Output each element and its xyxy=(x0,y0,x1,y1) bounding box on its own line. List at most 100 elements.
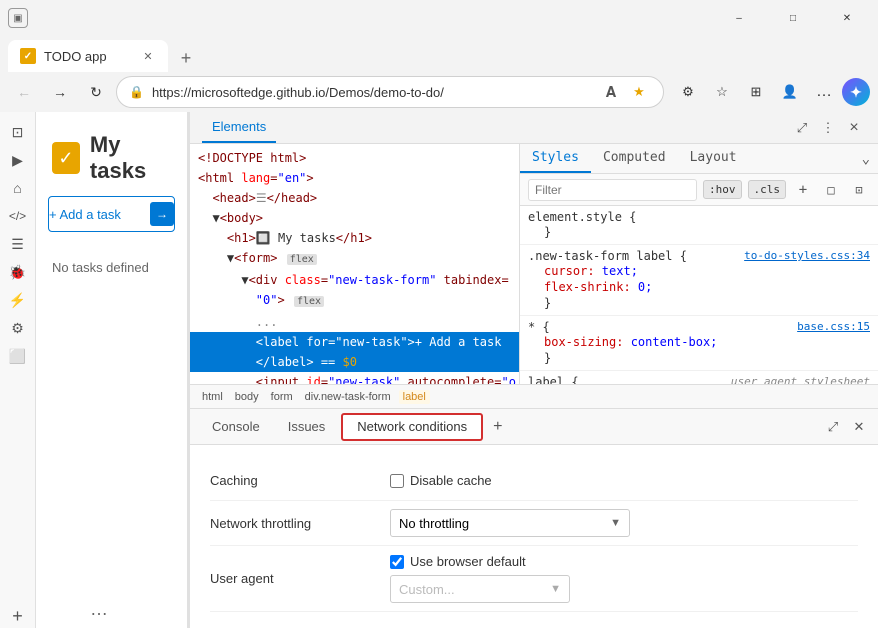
sidebar-icon-tab[interactable]: ⊡ xyxy=(6,120,30,144)
style-source-link-2[interactable]: base.css:15 xyxy=(797,320,870,333)
tab-close-button[interactable]: ✕ xyxy=(140,48,156,64)
throttling-row: Network throttling No throttling ▼ xyxy=(210,501,858,546)
drawer-close-icon[interactable]: ✕ xyxy=(848,416,870,438)
sidebar-icon-lightning[interactable]: ⚡ xyxy=(6,288,30,312)
favorites-icon[interactable]: ☆ xyxy=(706,76,738,108)
style-rule-label-ua: label { user agent stylesheet cursor: de… xyxy=(520,371,878,384)
use-browser-default-checkbox[interactable] xyxy=(390,555,404,569)
main-content: ⊡ ▶ ⌂ </> ☰ 🐞 ⚡ ⚙ ⬜ + ✓ My tasks + Add a… xyxy=(0,112,878,628)
tree-line-head: <head>☰</head> xyxy=(190,188,519,208)
tree-line-label[interactable]: <label for="new-task">+ Add a task xyxy=(190,332,519,352)
custom-user-agent-select[interactable]: Custom... ▼ xyxy=(390,575,570,603)
new-style-rule-icon[interactable]: □ xyxy=(820,179,842,201)
use-browser-default-text: Use browser default xyxy=(410,554,526,569)
window-icon: ▣ xyxy=(8,8,28,28)
edge-copilot-icon[interactable]: ✦ xyxy=(842,78,870,106)
add-task-button[interactable]: + Add a task → xyxy=(48,196,175,232)
tab-computed[interactable]: Computed xyxy=(591,144,678,173)
app-header: ✓ My tasks xyxy=(36,112,187,196)
sidebar-icon-bug[interactable]: 🐞 xyxy=(6,260,30,284)
breadcrumb-bar: html body form div.new-task-form label xyxy=(190,384,878,408)
forward-button[interactable]: → xyxy=(44,76,76,108)
sidebar-icon-layers[interactable]: ⬜ xyxy=(6,344,30,368)
sidebar-icon-code[interactable]: </> xyxy=(6,204,30,228)
toolbar-icons: ⚙ ☆ ⊞ 👤 … ✦ xyxy=(672,76,870,108)
add-task-arrow-icon: → xyxy=(150,202,174,226)
breadcrumb-body[interactable]: body xyxy=(231,390,263,404)
styles-panel: Styles Computed Layout ⌄ :hov .cls + □ ⊡… xyxy=(520,144,878,384)
hov-button[interactable]: :hov xyxy=(703,180,742,199)
network-conditions-content: Caching Disable cache Network throttling… xyxy=(190,445,878,628)
maximize-button[interactable]: □ xyxy=(770,4,816,32)
styles-more-icon[interactable]: ⌄ xyxy=(854,144,878,173)
devtools-more-icon[interactable]: ⋮ xyxy=(816,116,840,140)
tree-line-label-close[interactable]: </label> == $0 xyxy=(190,352,519,372)
breadcrumb-form[interactable]: form xyxy=(267,390,297,404)
style-rule-star: * { base.css:15 box-sizing: content-box;… xyxy=(520,316,878,371)
tree-line-input1: <input id="new-task" autocomplete="o xyxy=(190,372,519,384)
read-aloud-icon[interactable]: 𝐀 xyxy=(599,80,623,104)
breadcrumb-html[interactable]: html xyxy=(198,390,227,404)
styles-filter-input[interactable] xyxy=(528,179,697,201)
sidebar-icon-home[interactable]: ⌂ xyxy=(6,176,30,200)
devtools-main-tabs: Elements xyxy=(202,112,790,144)
no-tasks-label: No tasks defined xyxy=(36,248,187,287)
breadcrumb-label[interactable]: label xyxy=(399,390,430,404)
star-icon[interactable]: ★ xyxy=(627,80,651,104)
tab-styles[interactable]: Styles xyxy=(520,144,591,173)
url-bar[interactable]: 🔒 https://microsoftedge.github.io/Demos/… xyxy=(116,76,664,108)
panel-area: <!DOCTYPE html> <html lang="en"> <head>☰… xyxy=(190,144,878,384)
address-bar: ← → ↻ 🔒 https://microsoftedge.github.io/… xyxy=(0,72,878,112)
breadcrumb-div[interactable]: div.new-task-form xyxy=(301,390,395,404)
minimize-button[interactable]: – xyxy=(716,4,762,32)
style-source-link-1[interactable]: to-do-styles.css:34 xyxy=(744,249,870,262)
disable-cache-checkbox[interactable] xyxy=(390,474,404,488)
app-sidebar: ⊡ ▶ ⌂ </> ☰ 🐞 ⚡ ⚙ ⬜ + ✓ My tasks + Add a… xyxy=(0,112,188,628)
drawer-pop-out-icon[interactable]: ⤢ xyxy=(822,416,844,438)
tab-elements[interactable]: Elements xyxy=(202,111,276,143)
toggle-sidebar-icon[interactable]: ⊡ xyxy=(848,179,870,201)
active-tab[interactable]: ✓ TODO app ✕ xyxy=(8,40,168,72)
throttling-label: Network throttling xyxy=(210,516,390,531)
drawer-right-icons: ⤢ ✕ xyxy=(822,416,870,438)
tree-line-div: ▼<div class="new-task-form" tabindex= xyxy=(190,270,519,290)
drawer-tab-more-button[interactable]: + xyxy=(485,418,510,436)
add-task-label: + Add a task xyxy=(49,207,121,222)
tab-favicon: ✓ xyxy=(20,48,36,64)
devtools-close-icon[interactable]: × xyxy=(842,116,866,140)
tab-layout[interactable]: Layout xyxy=(678,144,749,173)
tree-line-form: ▼<form> flex xyxy=(190,248,519,270)
cls-button[interactable]: .cls xyxy=(748,180,787,199)
browser-chrome: ▣ – □ ✕ ✓ TODO app ✕ + ← → ↻ 🔒 https://m… xyxy=(0,0,878,112)
sidebar-icon-gear[interactable]: ⚙ xyxy=(6,316,30,340)
caching-label: Caching xyxy=(210,473,390,488)
add-style-icon[interactable]: + xyxy=(792,179,814,201)
sidebar-icon-media[interactable]: ▶ xyxy=(6,148,30,172)
sidebar-icon-add[interactable]: + xyxy=(6,604,30,628)
close-button[interactable]: ✕ xyxy=(824,4,870,32)
sidebar-icon-list[interactable]: ☰ xyxy=(6,232,30,256)
settings-icon[interactable]: … xyxy=(808,76,840,108)
throttling-select-arrow-icon: ▼ xyxy=(610,517,621,529)
drawer-tab-issues[interactable]: Issues xyxy=(274,409,340,445)
collections-icon[interactable]: ⚙ xyxy=(672,76,704,108)
refresh-button[interactable]: ↻ xyxy=(80,76,112,108)
tree-line-ellipsis: ... xyxy=(190,312,519,332)
profile-icon[interactable]: 👤 xyxy=(774,76,806,108)
user-agent-control: Use browser default Custom... ▼ xyxy=(390,554,858,603)
back-button[interactable]: ← xyxy=(8,76,40,108)
devtools-dock-icon[interactable]: ⤢ xyxy=(790,116,814,140)
more-options-icon[interactable]: … xyxy=(90,599,109,620)
caching-control: Disable cache xyxy=(390,473,858,488)
new-tab-button[interactable]: + xyxy=(172,44,200,72)
tree-line-html: <html lang="en"> xyxy=(190,168,519,188)
use-browser-default-label[interactable]: Use browser default xyxy=(390,554,526,569)
drawer-tab-console[interactable]: Console xyxy=(198,409,274,445)
drawer-tab-network-conditions[interactable]: Network conditions xyxy=(341,413,483,441)
split-screen-icon[interactable]: ⊞ xyxy=(740,76,772,108)
user-agent-row: User agent Use browser default Custom...… xyxy=(210,546,858,612)
disable-cache-checkbox-label[interactable]: Disable cache xyxy=(390,473,492,488)
disable-cache-label: Disable cache xyxy=(410,473,492,488)
throttling-select[interactable]: No throttling ▼ xyxy=(390,509,630,537)
style-rule-element: element.style { } xyxy=(520,206,878,245)
